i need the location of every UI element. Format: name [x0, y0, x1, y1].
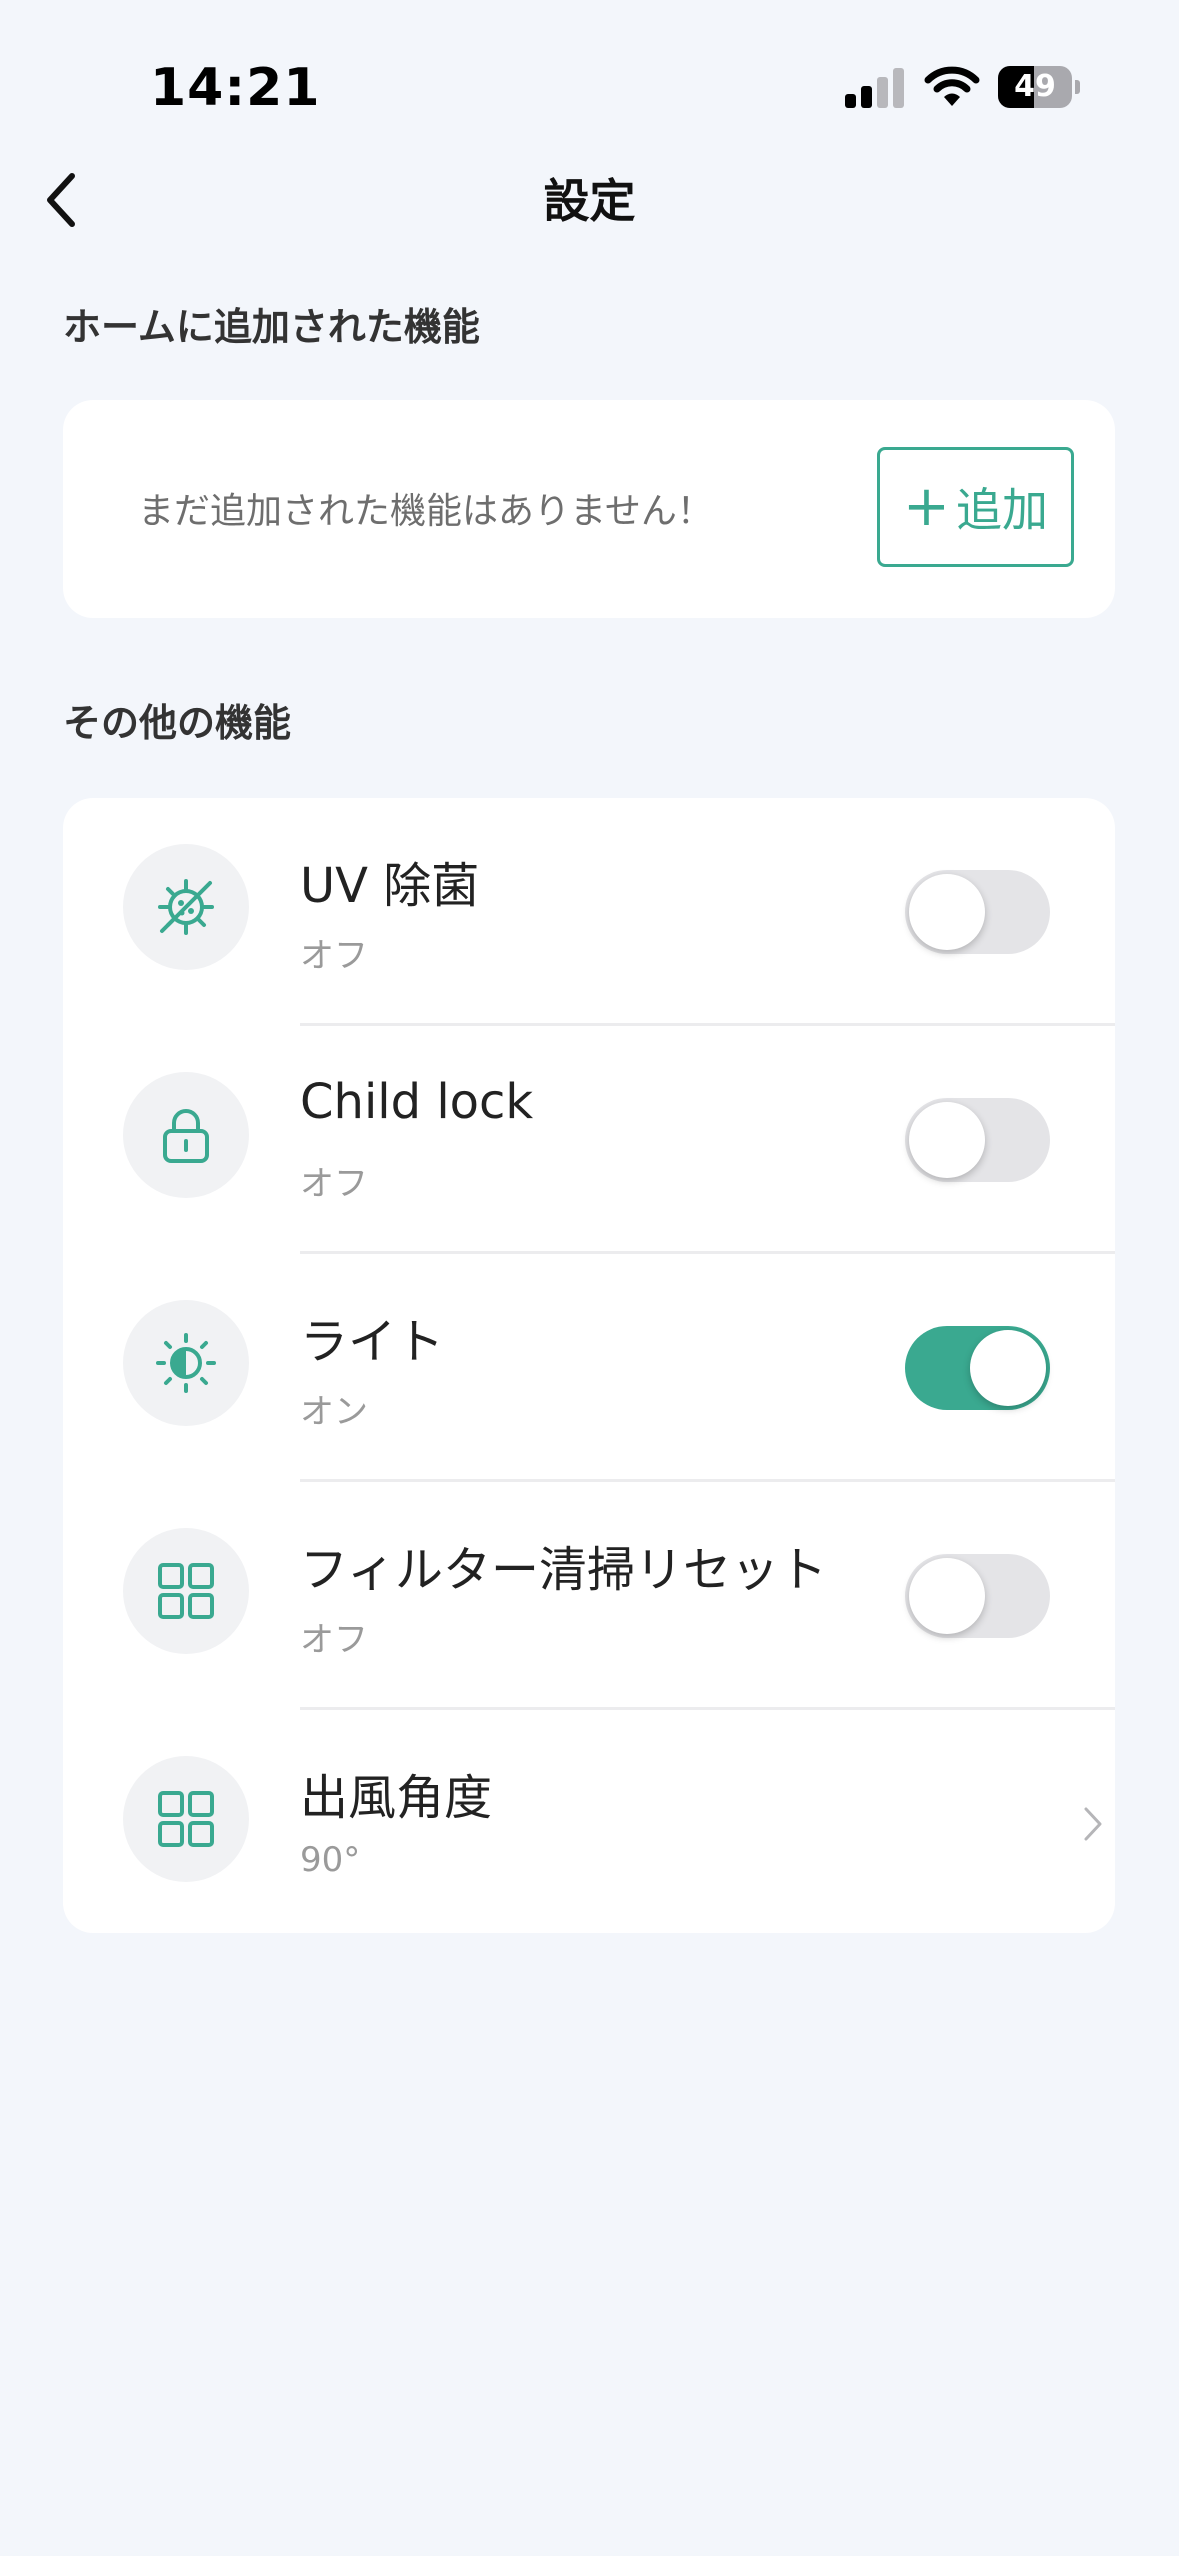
home-section-title: ホームに追加された機能: [63, 305, 480, 349]
feature-title: Child lock: [300, 1074, 534, 1130]
other-features-card: UV 除菌 オフ Child lock オフ ライト オン フィルター清掃リセッ…: [63, 798, 1115, 1933]
feature-row-wind-angle[interactable]: 出風角度 90°: [63, 1710, 1115, 1938]
feature-row-child-lock: Child lock オフ: [63, 1026, 1115, 1254]
feature-title: ライト: [300, 1314, 445, 1370]
feature-status: オン: [300, 1392, 368, 1432]
wifi-icon: [924, 66, 980, 108]
empty-state-text: まだ追加された機能はありません！: [138, 491, 713, 532]
feature-title: フィルター清掃リセット: [300, 1542, 828, 1598]
feature-status: オフ: [300, 1620, 368, 1660]
feature-title: 出風角度: [300, 1770, 493, 1826]
add-button-label: 追加: [955, 483, 1048, 537]
light-icon: [123, 1300, 249, 1426]
child-lock-toggle[interactable]: [905, 1098, 1050, 1182]
filter-reset-toggle[interactable]: [905, 1554, 1050, 1638]
chevron-right-icon: [1084, 1807, 1102, 1841]
grid-icon: [123, 1756, 249, 1882]
grid-icon: [123, 1528, 249, 1654]
feature-title: UV 除菌: [300, 858, 480, 914]
feature-status: オフ: [300, 1164, 368, 1204]
uv-sterilize-icon: [123, 844, 249, 970]
add-feature-button[interactable]: + 追加: [877, 447, 1074, 567]
lock-icon: [123, 1072, 249, 1198]
uv-toggle[interactable]: [905, 870, 1050, 954]
feature-status: オフ: [300, 936, 368, 976]
feature-row-uv: UV 除菌 オフ: [63, 798, 1115, 1026]
light-toggle[interactable]: [905, 1326, 1050, 1410]
status-time: 14:21: [150, 58, 321, 118]
home-features-card: まだ追加された機能はありません！ + 追加: [63, 400, 1115, 618]
feature-status: 90°: [300, 1840, 361, 1880]
battery-level: 49: [1014, 69, 1056, 104]
page-title: 設定: [543, 174, 636, 228]
feature-row-filter-reset: フィルター清掃リセット オフ: [63, 1482, 1115, 1710]
plus-icon: +: [903, 474, 950, 539]
status-bar: 14:21 49: [0, 0, 1179, 170]
feature-row-light: ライト オン: [63, 1254, 1115, 1482]
other-section-title: その他の機能: [63, 701, 292, 745]
cellular-signal-icon: [845, 66, 905, 108]
battery-icon: 49: [998, 66, 1080, 108]
